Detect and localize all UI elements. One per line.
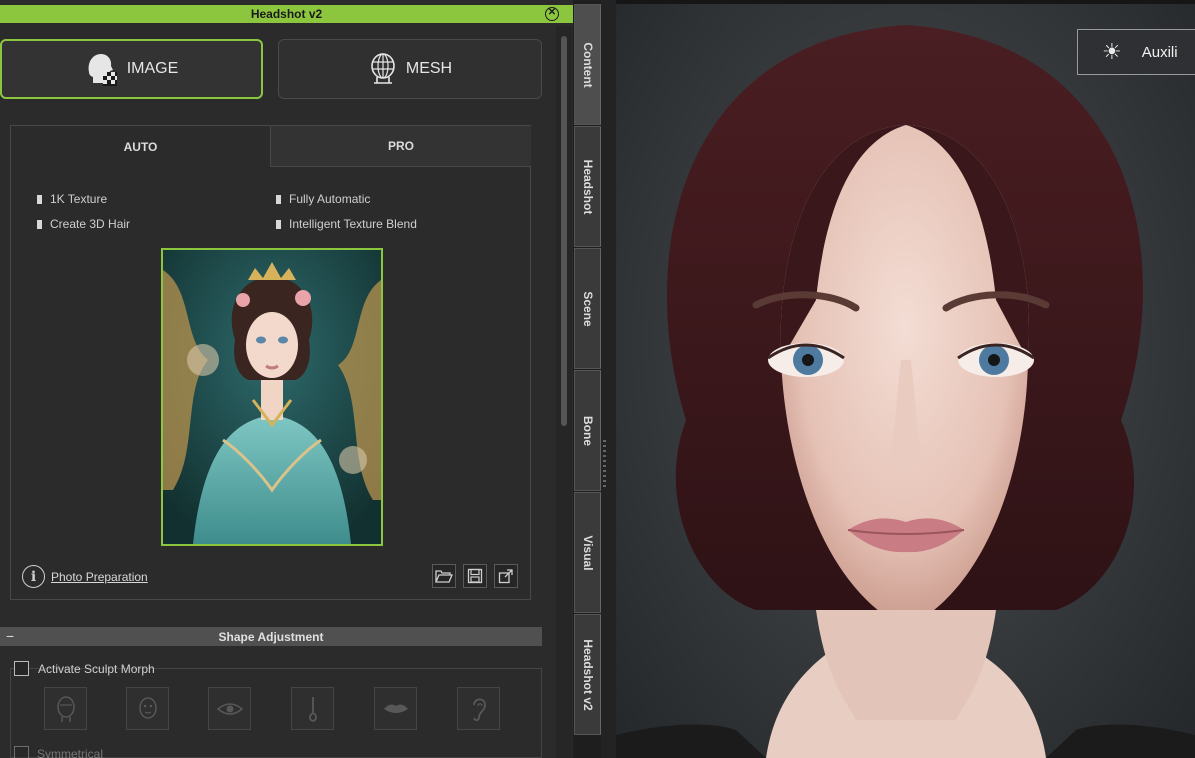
side-tab-label: Content	[580, 41, 595, 88]
side-tab-headshot[interactable]: Headshot	[574, 126, 601, 247]
mesh-icon	[371, 53, 395, 84]
panel-title: Headshot v2	[250, 7, 323, 21]
tab-pro-label: PRO	[387, 139, 414, 153]
side-tab-label: Bone	[580, 415, 595, 446]
side-tab-label: Scene	[580, 290, 595, 327]
photo-preparation-link[interactable]: Photo Preparation	[51, 570, 148, 584]
panel-scrollbar[interactable]	[556, 26, 572, 758]
save-icon	[467, 568, 483, 584]
splitter-grip[interactable]	[603, 440, 606, 490]
auxiliary-label: Auxili	[1141, 43, 1178, 61]
eye-icon	[216, 702, 243, 715]
auto-pro-panel: AUTO PRO 1K Texture Fully Automatic Crea…	[10, 125, 531, 600]
morph-face-button[interactable]	[126, 687, 169, 730]
source-photo[interactable]	[161, 248, 383, 546]
side-tab-bar: Content Headshot Scene Bone Visual Heads…	[574, 4, 601, 736]
tab-pro[interactable]: PRO	[271, 126, 531, 167]
shape-adjustment-title: Shape Adjustment	[218, 629, 324, 644]
bullet-icon	[276, 219, 281, 229]
headshot-panel: Headshot v2 ✕ IMAGE MESH AUTO PRO 1K Tex…	[0, 0, 573, 758]
feature-label: 1K Texture	[50, 192, 108, 206]
expand-icon	[498, 569, 513, 584]
photo-preparation[interactable]: i Photo Preparation	[22, 565, 148, 588]
activate-sculpt-morph-checkbox[interactable]	[14, 661, 29, 676]
panel-divider[interactable]	[601, 0, 616, 758]
close-icon[interactable]: ✕	[545, 7, 559, 21]
head-icon	[56, 695, 75, 722]
image-icon	[88, 54, 117, 86]
side-tab-headshot-v2[interactable]: Headshot v2	[574, 614, 601, 735]
feature-label: Intelligent Texture Blend	[289, 217, 417, 231]
nose-icon	[308, 696, 317, 722]
symmetrical-checkbox[interactable]	[14, 746, 29, 758]
feature-label: Create 3D Hair	[50, 217, 131, 231]
morph-eye-button[interactable]	[208, 687, 251, 730]
mesh-mode-button[interactable]: MESH	[278, 39, 542, 99]
symmetrical-label: Symmetrical	[37, 746, 104, 758]
feature-item: 1K Texture	[37, 192, 107, 206]
mesh-mode-label: MESH	[405, 60, 453, 77]
symmetrical-option[interactable]: Symmetrical	[14, 746, 103, 758]
image-mode-label: IMAGE	[126, 60, 179, 77]
app-root: Headshot v2 ✕ IMAGE MESH AUTO PRO 1K Tex…	[0, 0, 1195, 758]
scrollbar-thumb[interactable]	[561, 36, 567, 426]
expand-button[interactable]	[494, 564, 518, 588]
bullet-icon	[37, 219, 42, 229]
side-tab-scene[interactable]: Scene	[574, 248, 601, 369]
side-tab-label: Headshot v2	[580, 638, 595, 711]
open-folder-icon	[435, 570, 453, 583]
save-button[interactable]	[463, 564, 487, 588]
side-tab-label: Visual	[580, 534, 595, 571]
feature-item: Intelligent Texture Blend	[276, 217, 417, 231]
open-folder-button[interactable]	[432, 564, 456, 588]
feature-item: Fully Automatic	[276, 192, 370, 206]
side-tab-bone[interactable]: Bone	[574, 370, 601, 491]
morph-nose-button[interactable]	[291, 687, 334, 730]
feature-label: Fully Automatic	[289, 192, 371, 206]
sun-icon: ☀	[1102, 39, 1122, 64]
face-icon	[138, 696, 157, 719]
morph-ear-button[interactable]	[457, 687, 500, 730]
bullet-icon	[37, 194, 42, 204]
morph-head-button[interactable]	[44, 687, 87, 730]
activate-sculpt-morph-label: Activate Sculpt Morph	[38, 661, 155, 676]
character-render	[616, 25, 1195, 758]
side-tab-content[interactable]: Content	[574, 4, 601, 125]
collapse-icon[interactable]: −	[6, 628, 14, 644]
shape-adjustment-header[interactable]: − Shape Adjustment	[0, 627, 542, 646]
mouth-icon	[383, 704, 408, 713]
morph-mouth-button[interactable]	[374, 687, 417, 730]
tab-auto-label: AUTO	[123, 139, 158, 154]
info-icon: i	[22, 565, 45, 588]
panel-titlebar: Headshot v2 ✕	[0, 5, 573, 23]
tab-auto[interactable]: AUTO	[11, 126, 271, 167]
3d-viewport[interactable]	[616, 0, 1195, 758]
portrait-illustration	[163, 250, 381, 544]
feature-item: Create 3D Hair	[37, 217, 130, 231]
ear-icon	[472, 697, 486, 721]
side-tab-label: Headshot	[580, 159, 595, 214]
side-tab-visual[interactable]: Visual	[574, 492, 601, 613]
viewport-top-border	[616, 0, 1195, 4]
image-mode-button[interactable]: IMAGE	[0, 39, 263, 99]
bullet-icon	[276, 194, 281, 204]
activate-sculpt-morph[interactable]: Activate Sculpt Morph	[14, 661, 155, 676]
auxiliary-button[interactable]: ☀ Auxili	[1077, 29, 1195, 75]
